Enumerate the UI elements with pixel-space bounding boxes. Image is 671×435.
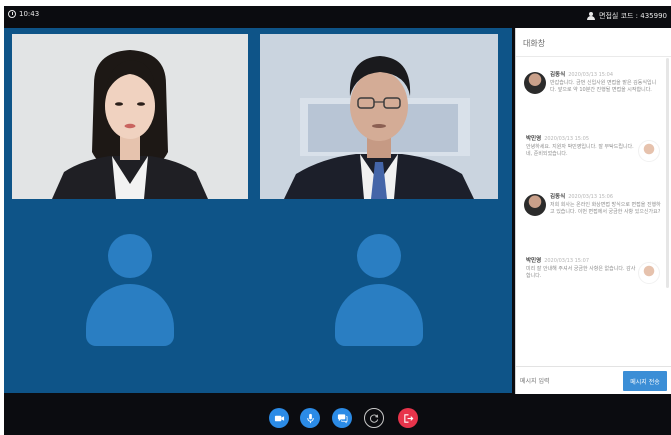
room-code: 면접실 코드 : 435990 (587, 11, 667, 21)
chat-compose-bar: 메시지 전송 (516, 366, 671, 394)
record-icon (369, 414, 378, 423)
message-text: 미리 잘 안내해 주셔서 궁금한 사항은 없습니다. 감사합니다. (526, 266, 636, 279)
chat-bubble-icon (337, 413, 347, 424)
clock-time: 10:43 (19, 10, 40, 18)
participant-2-image (260, 34, 498, 199)
message-sender: 박민영 (526, 258, 542, 264)
message-time: 2020/03/13 15:06 (568, 194, 614, 200)
top-status-bar: 10:43 면접실 코드 : 435990 (4, 6, 671, 26)
message-time: 2020/03/13 15:05 (544, 136, 590, 142)
participant-slot-empty-1 (12, 206, 248, 386)
message-sender: 김동식 (550, 72, 566, 78)
message-sender: 김동식 (550, 194, 566, 200)
chat-title: 대화창 (523, 39, 546, 48)
avatar (524, 194, 546, 216)
message-text: 저희 회사는 온라인 화상면접 방식으로 면접을 진행하고 있습니다. 이번 면… (550, 202, 661, 215)
avatar (524, 72, 546, 94)
participant-video-2[interactable] (260, 34, 498, 199)
message-sender: 박민영 (526, 136, 542, 142)
chat-divider (516, 56, 671, 57)
chat-toggle-button[interactable] (332, 408, 352, 428)
message-text: 반갑습니다. 금번 신입사원 면접을 맡은 김동식입니다. 앞으로 약 10분간… (550, 80, 657, 93)
avatar (638, 262, 660, 284)
participant-video-1[interactable] (12, 34, 248, 199)
participant-1-image (12, 34, 248, 199)
video-call-window: 10:43 면접실 코드 : 435990 대화창 김동식 2020/03/13… (4, 6, 671, 435)
video-grid (4, 28, 512, 393)
call-controls-bar (4, 396, 671, 435)
microphone-icon (306, 413, 314, 423)
message-time: 2020/03/13 15:04 (568, 72, 614, 78)
person-placeholder-icon (331, 234, 427, 352)
avatar (638, 140, 660, 162)
user-icon (587, 12, 596, 20)
microphone-button[interactable] (300, 408, 320, 428)
room-code-text: 면접실 코드 : 435990 (599, 12, 667, 20)
send-message-button[interactable]: 메시지 전송 (623, 371, 667, 391)
clock: 10:43 (8, 10, 39, 18)
chat-message-input[interactable] (520, 372, 620, 390)
video-camera-button[interactable] (269, 408, 289, 428)
chat-panel: 대화창 김동식 2020/03/13 15:04 반갑습니다. 금번 신입사원 면… (515, 28, 671, 394)
participant-slot-empty-2 (260, 206, 498, 386)
clock-icon (8, 10, 16, 18)
chat-scrollbar[interactable] (666, 58, 669, 288)
message-time: 2020/03/13 15:07 (544, 258, 590, 264)
leave-call-button[interactable] (398, 408, 418, 428)
video-camera-icon (274, 415, 284, 421)
exit-icon (403, 413, 413, 423)
record-button[interactable] (364, 408, 384, 428)
message-text: 안녕하세요. 지원자 박민영입니다. 잘 부탁드립니다. 네, 준비되었습니다. (526, 144, 634, 157)
person-placeholder-icon (82, 234, 178, 352)
